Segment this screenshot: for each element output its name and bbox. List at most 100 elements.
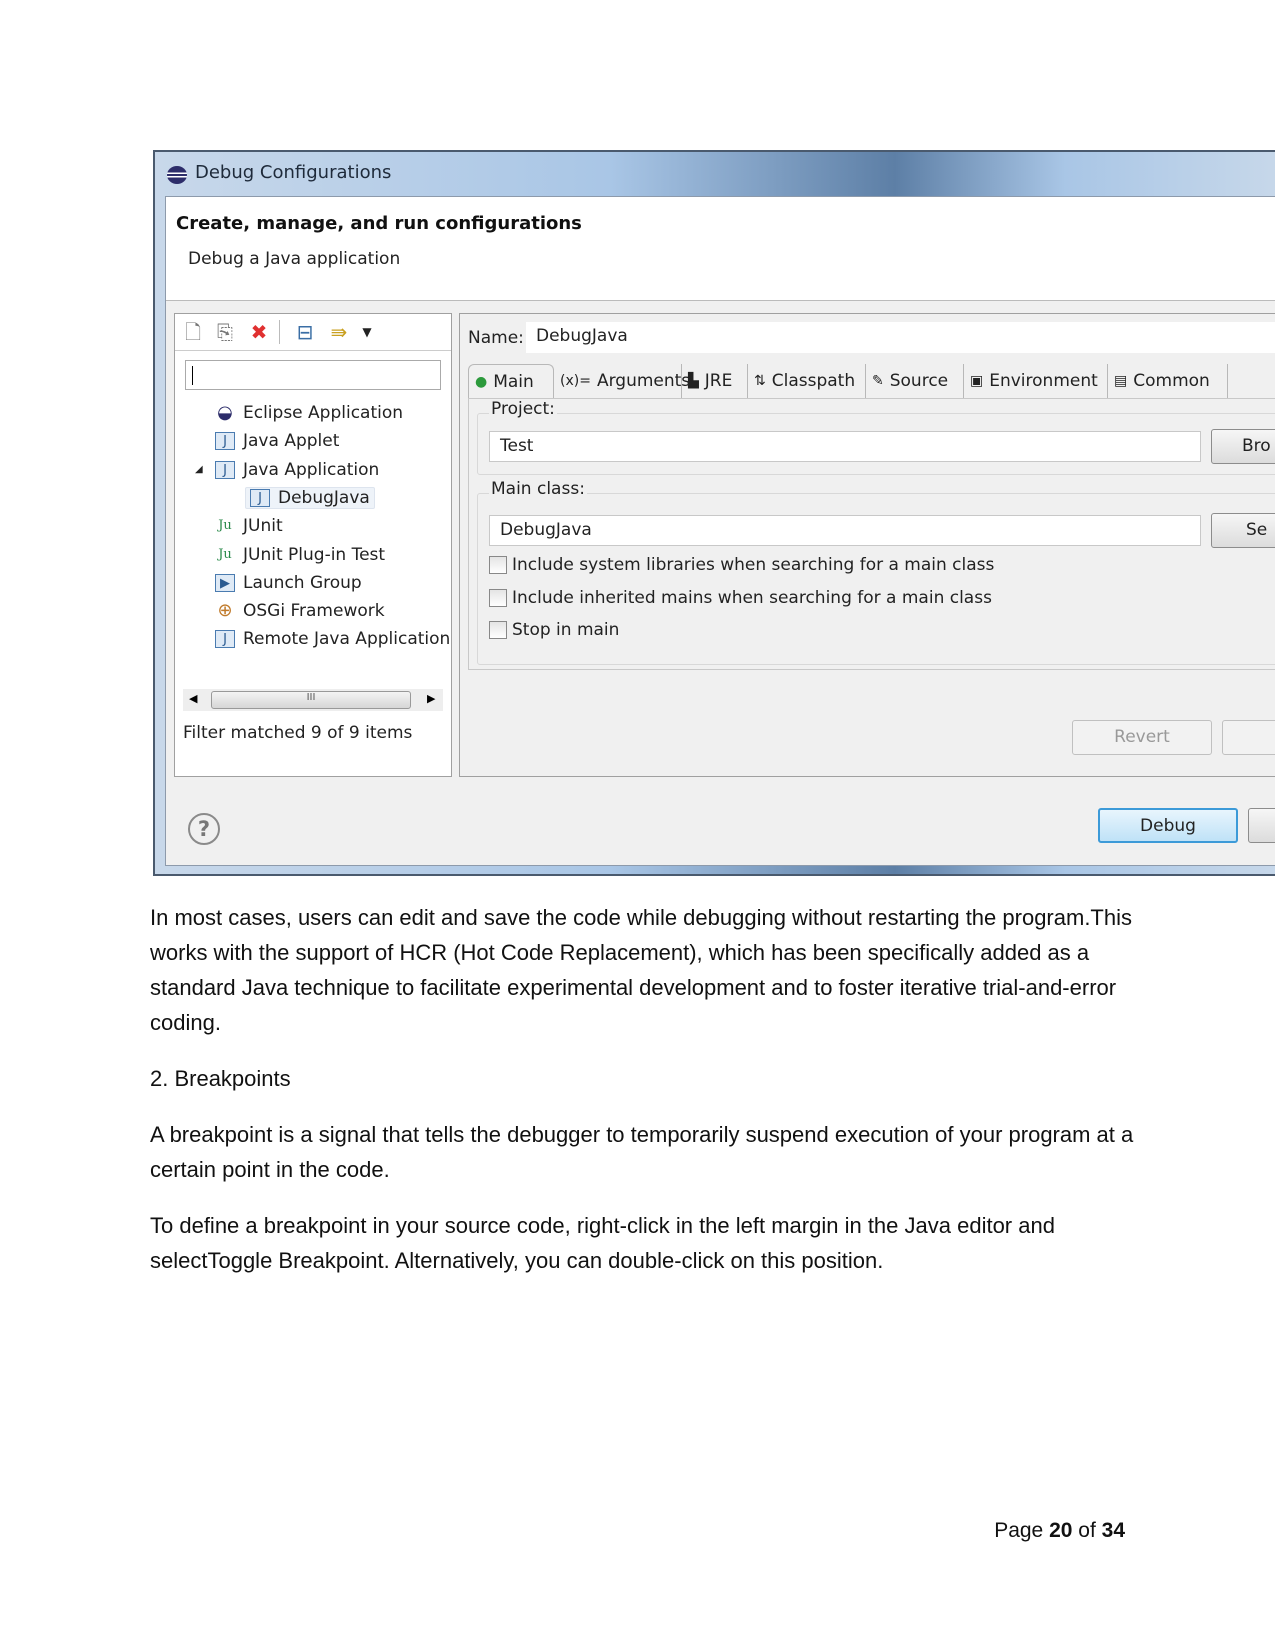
debug-button[interactable]: Debug bbox=[1098, 808, 1238, 843]
remote-java-icon: J bbox=[215, 630, 235, 649]
tree-item-label: Java Applet bbox=[243, 431, 340, 452]
tree-item-label: Eclipse Application bbox=[243, 403, 404, 423]
section-heading: 2. Breakpoints bbox=[150, 1066, 291, 1091]
checkbox[interactable] bbox=[489, 621, 507, 639]
launch-group-icon: ▶ bbox=[215, 573, 235, 592]
tab-label: Source bbox=[889, 371, 949, 391]
tree-item-label: Launch Group bbox=[243, 572, 362, 593]
total-pages: 34 bbox=[1101, 1519, 1125, 1542]
tree-item[interactable]: ◒ Eclipse Application bbox=[215, 400, 403, 426]
revert-button[interactable]: Revert bbox=[1072, 720, 1212, 755]
scroll-right-icon[interactable]: ▶ bbox=[427, 692, 435, 705]
tree-item[interactable]: J DebugJava bbox=[245, 485, 375, 511]
checkbox-option[interactable]: Stop in main bbox=[489, 620, 619, 640]
duplicate-icon[interactable]: ⎘ bbox=[213, 320, 237, 344]
tab-source[interactable]: ✎ Source bbox=[866, 364, 964, 398]
dialog-title: Debug Configurations bbox=[195, 162, 392, 183]
tab-arguments[interactable]: (x)= Arguments bbox=[554, 364, 690, 398]
osgi-icon: ⊕ bbox=[217, 600, 233, 622]
main-class-input[interactable]: DebugJava bbox=[489, 515, 1201, 546]
checkbox-option[interactable]: Include system libraries when searching … bbox=[489, 555, 994, 575]
tree-item-label: OSGi Framework bbox=[243, 601, 385, 622]
help-icon[interactable]: ? bbox=[188, 813, 220, 845]
tab-jre[interactable]: ▙ JRE bbox=[682, 364, 748, 398]
eclipse-icon bbox=[167, 166, 187, 184]
project-label: Project: bbox=[489, 399, 557, 419]
main-class-label: Main class: bbox=[489, 479, 587, 499]
tree-item-label: JUnit bbox=[243, 516, 283, 537]
tab-classpath[interactable]: ⇅ Classpath bbox=[748, 364, 866, 398]
scrollbar-thumb[interactable]: III bbox=[211, 691, 411, 709]
close-button[interactable] bbox=[1248, 808, 1275, 843]
tab-label: JRE bbox=[704, 371, 733, 391]
tree-item[interactable]: Ju JUnit bbox=[215, 513, 283, 539]
tab-main[interactable]: ● Main bbox=[468, 364, 554, 398]
junit-plugin-icon: Ju bbox=[218, 546, 232, 562]
checkbox-option[interactable]: Include inherited mains when searching f… bbox=[489, 588, 992, 608]
tab-label: Environment bbox=[989, 371, 1098, 391]
tab-label: Classpath bbox=[771, 371, 856, 391]
jre-icon: ▙ bbox=[688, 373, 699, 389]
checkbox[interactable] bbox=[489, 588, 507, 607]
browse-button[interactable]: Bro bbox=[1211, 429, 1275, 464]
project-input[interactable]: Test bbox=[489, 431, 1201, 462]
source-icon: ✎ bbox=[872, 373, 884, 389]
current-page: 20 bbox=[1049, 1519, 1073, 1542]
header-subtitle: Debug a Java application bbox=[188, 249, 401, 269]
variables-icon: (x)= bbox=[560, 373, 591, 389]
dialog-header: Create, manage, and run configurations D… bbox=[166, 197, 1275, 301]
paragraph-hcr: In most cases, users can edit and save t… bbox=[150, 905, 1132, 1035]
tab-label: Arguments bbox=[596, 371, 691, 391]
filter-status: Filter matched 9 of 9 items bbox=[183, 723, 413, 743]
checkbox[interactable] bbox=[489, 556, 507, 574]
classpath-icon: ⇅ bbox=[754, 373, 766, 389]
java-app-icon: J bbox=[215, 460, 235, 479]
tree-item[interactable]: Ju JUnit Plug-in Test bbox=[215, 542, 385, 568]
checkbox-label: Stop in main bbox=[512, 620, 620, 640]
tab-common[interactable]: ▤ Common bbox=[1108, 364, 1228, 398]
horizontal-scrollbar[interactable]: ◀ III ▶ bbox=[183, 689, 443, 711]
name-label: Name: bbox=[468, 328, 524, 348]
filter-icon[interactable]: ⇛ bbox=[327, 320, 351, 344]
tree-item-label: JUnit Plug-in Test bbox=[243, 544, 386, 565]
paragraph-breakpoint: A breakpoint is a signal that tells the … bbox=[150, 1122, 1134, 1182]
divider bbox=[175, 350, 451, 351]
tree-item[interactable]: J Remote Java Application bbox=[215, 626, 450, 652]
common-icon: ▤ bbox=[1114, 373, 1128, 389]
tab-label: Common bbox=[1133, 371, 1210, 391]
configuration-editor-panel: Name: DebugJava ● Main (x)= Arguments ▙ JRE ⇅ C… bbox=[459, 313, 1275, 777]
java-app-icon: J bbox=[250, 488, 270, 507]
configuration-list-panel: 🗋 ⎘ ✖ ⊟ ⇛ ▼ ◒ Eclipse Application J Java Ap… bbox=[174, 313, 452, 777]
search-button[interactable]: Se bbox=[1211, 513, 1275, 548]
delete-icon[interactable]: ✖ bbox=[247, 320, 271, 344]
tab-environment[interactable]: ▣ Environment bbox=[964, 364, 1108, 398]
dialog-body: Create, manage, and run configurations D… bbox=[165, 196, 1275, 866]
new-config-icon[interactable]: 🗋 bbox=[181, 320, 205, 344]
apply-button[interactable] bbox=[1222, 720, 1275, 755]
page-number: Page 20 of 34 bbox=[994, 1513, 1125, 1548]
tree-item-label: DebugJava bbox=[278, 487, 370, 508]
tree-item[interactable]: ◢ J Java Application bbox=[195, 457, 380, 483]
toolbar-separator bbox=[279, 320, 280, 344]
tree-item-label: Remote Java Application bbox=[243, 629, 451, 650]
filter-input[interactable] bbox=[185, 360, 441, 390]
expand-arrow-icon[interactable]: ◢ bbox=[195, 464, 203, 475]
checkbox-label: Include system libraries when searching … bbox=[512, 555, 995, 575]
tree-item-label: Java Application bbox=[243, 459, 380, 480]
tree-item[interactable]: ⊕ OSGi Framework bbox=[215, 598, 385, 624]
tab-label: Main bbox=[493, 371, 534, 392]
scroll-left-icon[interactable]: ◀ bbox=[189, 692, 197, 705]
page-prefix: Page bbox=[994, 1519, 1044, 1542]
tree-item[interactable]: ▶ Launch Group bbox=[215, 570, 362, 596]
header-title: Create, manage, and run configurations bbox=[176, 213, 582, 234]
debug-configurations-dialog: Debug Configurations Create, manage, and… bbox=[153, 150, 1275, 876]
tree-item[interactable]: J Java Applet bbox=[215, 428, 339, 454]
dropdown-icon[interactable]: ▼ bbox=[355, 320, 379, 344]
environment-icon: ▣ bbox=[970, 373, 984, 389]
title-bar: Debug Configurations bbox=[155, 152, 1275, 198]
collapse-all-icon[interactable]: ⊟ bbox=[293, 320, 317, 344]
applet-icon: J bbox=[215, 432, 235, 451]
main-tab-content: Project: Test Bro Main class: DebugJava … bbox=[468, 398, 1275, 670]
paragraph-define-breakpoint: To define a breakpoint in your source co… bbox=[150, 1213, 1055, 1273]
name-input[interactable]: DebugJava bbox=[526, 322, 1275, 353]
